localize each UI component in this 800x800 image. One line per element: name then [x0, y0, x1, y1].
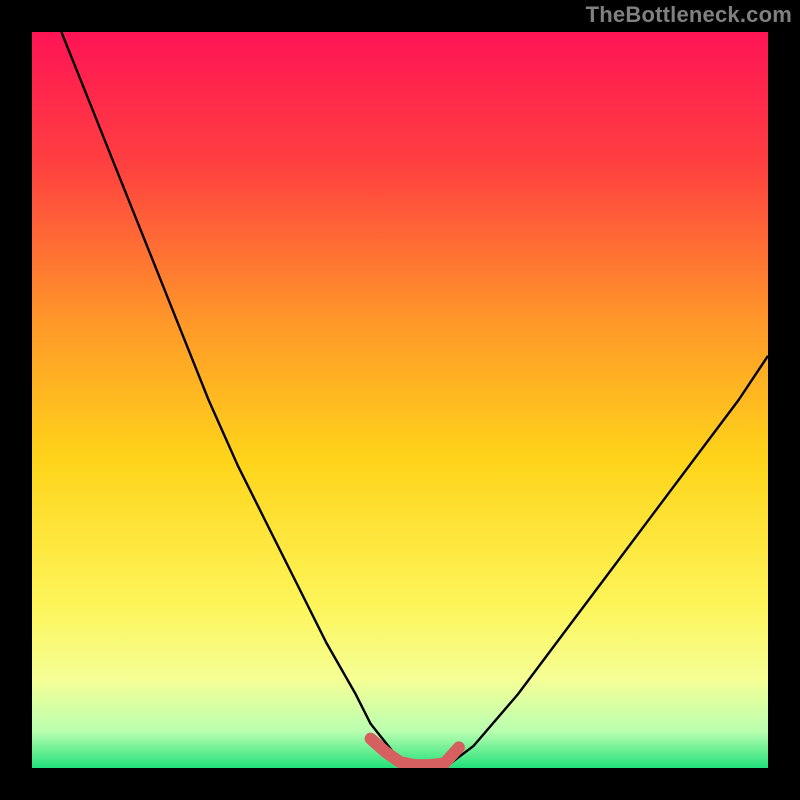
chart-svg [32, 32, 768, 768]
chart-frame: TheBottleneck.com [0, 0, 800, 800]
watermark-text: TheBottleneck.com [586, 2, 792, 28]
gradient-background [32, 32, 768, 768]
chart-plot-area [32, 32, 768, 768]
